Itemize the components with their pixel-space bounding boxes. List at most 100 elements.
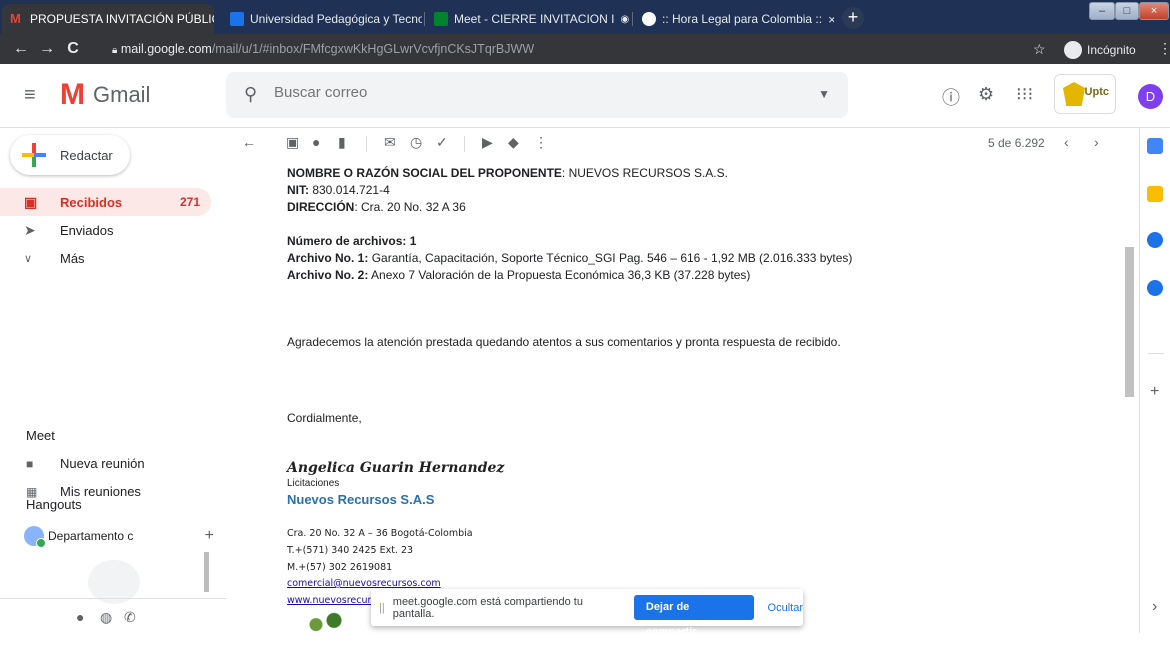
- hide-button[interactable]: Ocultar: [768, 602, 803, 614]
- drag-handle-icon[interactable]: ||: [379, 602, 393, 614]
- uptc-crest-icon: [1063, 82, 1085, 106]
- archivo1-label: Archivo No. 1:: [287, 251, 369, 265]
- back-button[interactable]: ←: [8, 40, 34, 58]
- browser-tab-strip: M PROPUESTA INVITACIÓN PÚBLIC × Universi…: [0, 0, 1170, 34]
- hangouts-scrollbar[interactable]: [204, 552, 209, 592]
- incognito-label: Incógnito: [1087, 42, 1136, 57]
- new-tab-button[interactable]: +: [842, 7, 864, 29]
- close-window-button[interactable]: ×: [1139, 2, 1169, 20]
- globe-favicon-icon: [642, 12, 656, 26]
- nit-line: NIT: 830.014.721-4: [287, 182, 1117, 199]
- compose-button[interactable]: Redactar: [10, 135, 130, 175]
- tab-hora-legal[interactable]: :: Hora Legal para Colombia :: ×: [634, 4, 834, 34]
- older-chevron-icon[interactable]: ›: [1094, 134, 1099, 150]
- hangouts-contact-name: Departamento c: [48, 529, 134, 543]
- reload-button[interactable]: C: [60, 40, 86, 58]
- compose-plus-icon: [22, 143, 46, 167]
- delete-icon[interactable]: ▮: [338, 134, 346, 151]
- sidebar-item-mas[interactable]: ∨ Más: [0, 244, 211, 272]
- account-avatar[interactable]: D: [1138, 84, 1163, 109]
- sidebar-item-recibidos[interactable]: ▣ Recibidos 271: [0, 188, 211, 216]
- browser-toolbar: ← → C 🔒︎ mail.google.com/mail/u/1/#inbox…: [0, 34, 1170, 64]
- signature-company: Nuevos Recursos S.A.S: [287, 492, 435, 507]
- tab-meet[interactable]: Meet - CIERRE INVITACION I ◉ ×: [426, 4, 630, 34]
- gmail-favicon-icon: M: [10, 11, 21, 26]
- nit-label: NIT:: [287, 183, 309, 197]
- browser-menu-icon[interactable]: ⋮: [1158, 40, 1170, 57]
- bookmark-star-icon[interactable]: ☆: [1033, 41, 1046, 58]
- contact-avatar: [24, 526, 46, 548]
- direccion-label: DIRECCIÓN: [287, 200, 355, 214]
- sidebar-item-label: Más: [60, 250, 85, 266]
- search-icon[interactable]: ⚲: [244, 84, 257, 105]
- more-options-icon[interactable]: ⋮: [534, 134, 548, 151]
- search-input[interactable]: [274, 84, 794, 101]
- tab-gmail[interactable]: M PROPUESTA INVITACIÓN PÚBLIC ×: [2, 4, 214, 34]
- expand-panel-icon[interactable]: ›: [1152, 598, 1157, 616]
- archivos-count: Número de archivos: 1: [287, 233, 1117, 250]
- gmail-logo-text: Gmail: [93, 82, 151, 107]
- tasks-app-icon[interactable]: [1147, 232, 1163, 248]
- send-icon: ➤: [24, 221, 36, 238]
- sidebar: Redactar ▣ Recibidos 271 ➤ Enviados ∨ Má…: [0, 128, 226, 633]
- gmail-logo[interactable]: M Gmail: [60, 78, 150, 112]
- message-toolbar: ← ▣ ● ▮ ✉ ◷ ✓ ▶ ◆ ⋮ 5 de 6.292 ‹ ›: [226, 128, 1120, 158]
- forward-button[interactable]: →: [34, 40, 60, 58]
- signature-email-link[interactable]: comercial@nuevosrecursos.com: [287, 578, 441, 589]
- search-options-icon[interactable]: ▼: [818, 87, 830, 101]
- signature-phone: T.+(571) 340 2425 Ext. 23: [287, 545, 414, 556]
- help-icon[interactable]: ⓘ: [942, 84, 960, 110]
- uptc-account-logo[interactable]: Uptc: [1054, 74, 1116, 114]
- screen-share-bar: || meet.google.com está compartiendo tu …: [371, 589, 803, 638]
- tab-divider: [632, 12, 633, 26]
- keep-app-icon[interactable]: [1147, 186, 1163, 202]
- archive-icon[interactable]: ▣: [286, 134, 299, 151]
- address-bar[interactable]: 🔒︎ mail.google.com/mail/u/1/#inbox/FMfcg…: [112, 38, 534, 62]
- chat-bubble-icon[interactable]: ◍: [100, 609, 112, 626]
- close-icon[interactable]: ×: [629, 12, 630, 27]
- side-panel-divider: [1148, 353, 1164, 354]
- snooze-icon[interactable]: ◷: [410, 134, 422, 151]
- close-icon[interactable]: ×: [822, 12, 834, 27]
- phone-icon[interactable]: ✆: [124, 609, 136, 626]
- back-arrow-icon[interactable]: ←: [242, 134, 256, 150]
- minimize-button[interactable]: –: [1089, 2, 1115, 20]
- meet-favicon-icon: [434, 12, 448, 26]
- incognito-badge[interactable]: Incógnito: [1064, 39, 1136, 60]
- main-menu-icon[interactable]: ≡: [24, 84, 36, 107]
- meet-new-meeting[interactable]: ■ Nueva reunión: [26, 456, 145, 471]
- add-addon-icon[interactable]: +: [1150, 383, 1159, 401]
- message-scrollbar[interactable]: [1125, 247, 1134, 397]
- newer-chevron-icon[interactable]: ‹: [1064, 134, 1069, 150]
- nit-value: 830.014.721-4: [309, 183, 390, 197]
- toolbar-divider: [464, 136, 465, 152]
- sidebar-item-enviados[interactable]: ➤ Enviados: [0, 216, 211, 244]
- add-task-icon[interactable]: ✓: [436, 134, 448, 151]
- mark-unread-icon[interactable]: ✉: [384, 134, 396, 151]
- signature-address: Cra. 20 No. 32 A – 36 Bogotá-Colombia: [287, 528, 473, 539]
- report-spam-icon[interactable]: ●: [312, 134, 320, 150]
- calendar-app-icon[interactable]: [1147, 138, 1163, 154]
- label-icon[interactable]: ◆: [508, 134, 519, 151]
- signature-role: Licitaciones: [287, 478, 340, 489]
- maximize-button[interactable]: □: [1115, 2, 1139, 20]
- person-icon[interactable]: ●: [76, 609, 84, 625]
- tab-universidad[interactable]: Universidad Pedagógica y Tecno ×: [222, 4, 422, 34]
- meet-section-title: Meet: [26, 428, 55, 443]
- sidebar-bottom-bar: ● ◍ ✆: [0, 598, 226, 633]
- sidebar-item-label: Enviados: [60, 222, 114, 238]
- settings-gear-icon[interactable]: ⚙: [978, 84, 994, 105]
- gmail-header: ≡ M Gmail ⚲ ▼ ⓘ ⚙ ⁝⁝⁝ Uptc D: [0, 64, 1170, 128]
- hangouts-contact[interactable]: Departamento c +: [24, 526, 214, 548]
- contacts-app-icon[interactable]: [1147, 280, 1163, 296]
- archivo1-value: Garantía, Capacitación, Soporte Técnico_…: [368, 251, 853, 265]
- inbox-icon: ▣: [24, 193, 38, 210]
- apps-grid-icon[interactable]: ⁝⁝⁝: [1016, 84, 1033, 105]
- add-contact-icon[interactable]: +: [205, 527, 214, 545]
- toolbar-divider: [366, 136, 367, 152]
- archivo2-line: Archivo No. 2: Anexo 7 Valoración de la …: [287, 267, 1117, 284]
- share-text: meet.google.com está compartiendo tu pan…: [392, 595, 583, 620]
- gmail-logo-icon: M: [60, 78, 85, 111]
- stop-sharing-button[interactable]: Dejar de compartir: [633, 595, 754, 638]
- move-to-icon[interactable]: ▶: [482, 134, 493, 151]
